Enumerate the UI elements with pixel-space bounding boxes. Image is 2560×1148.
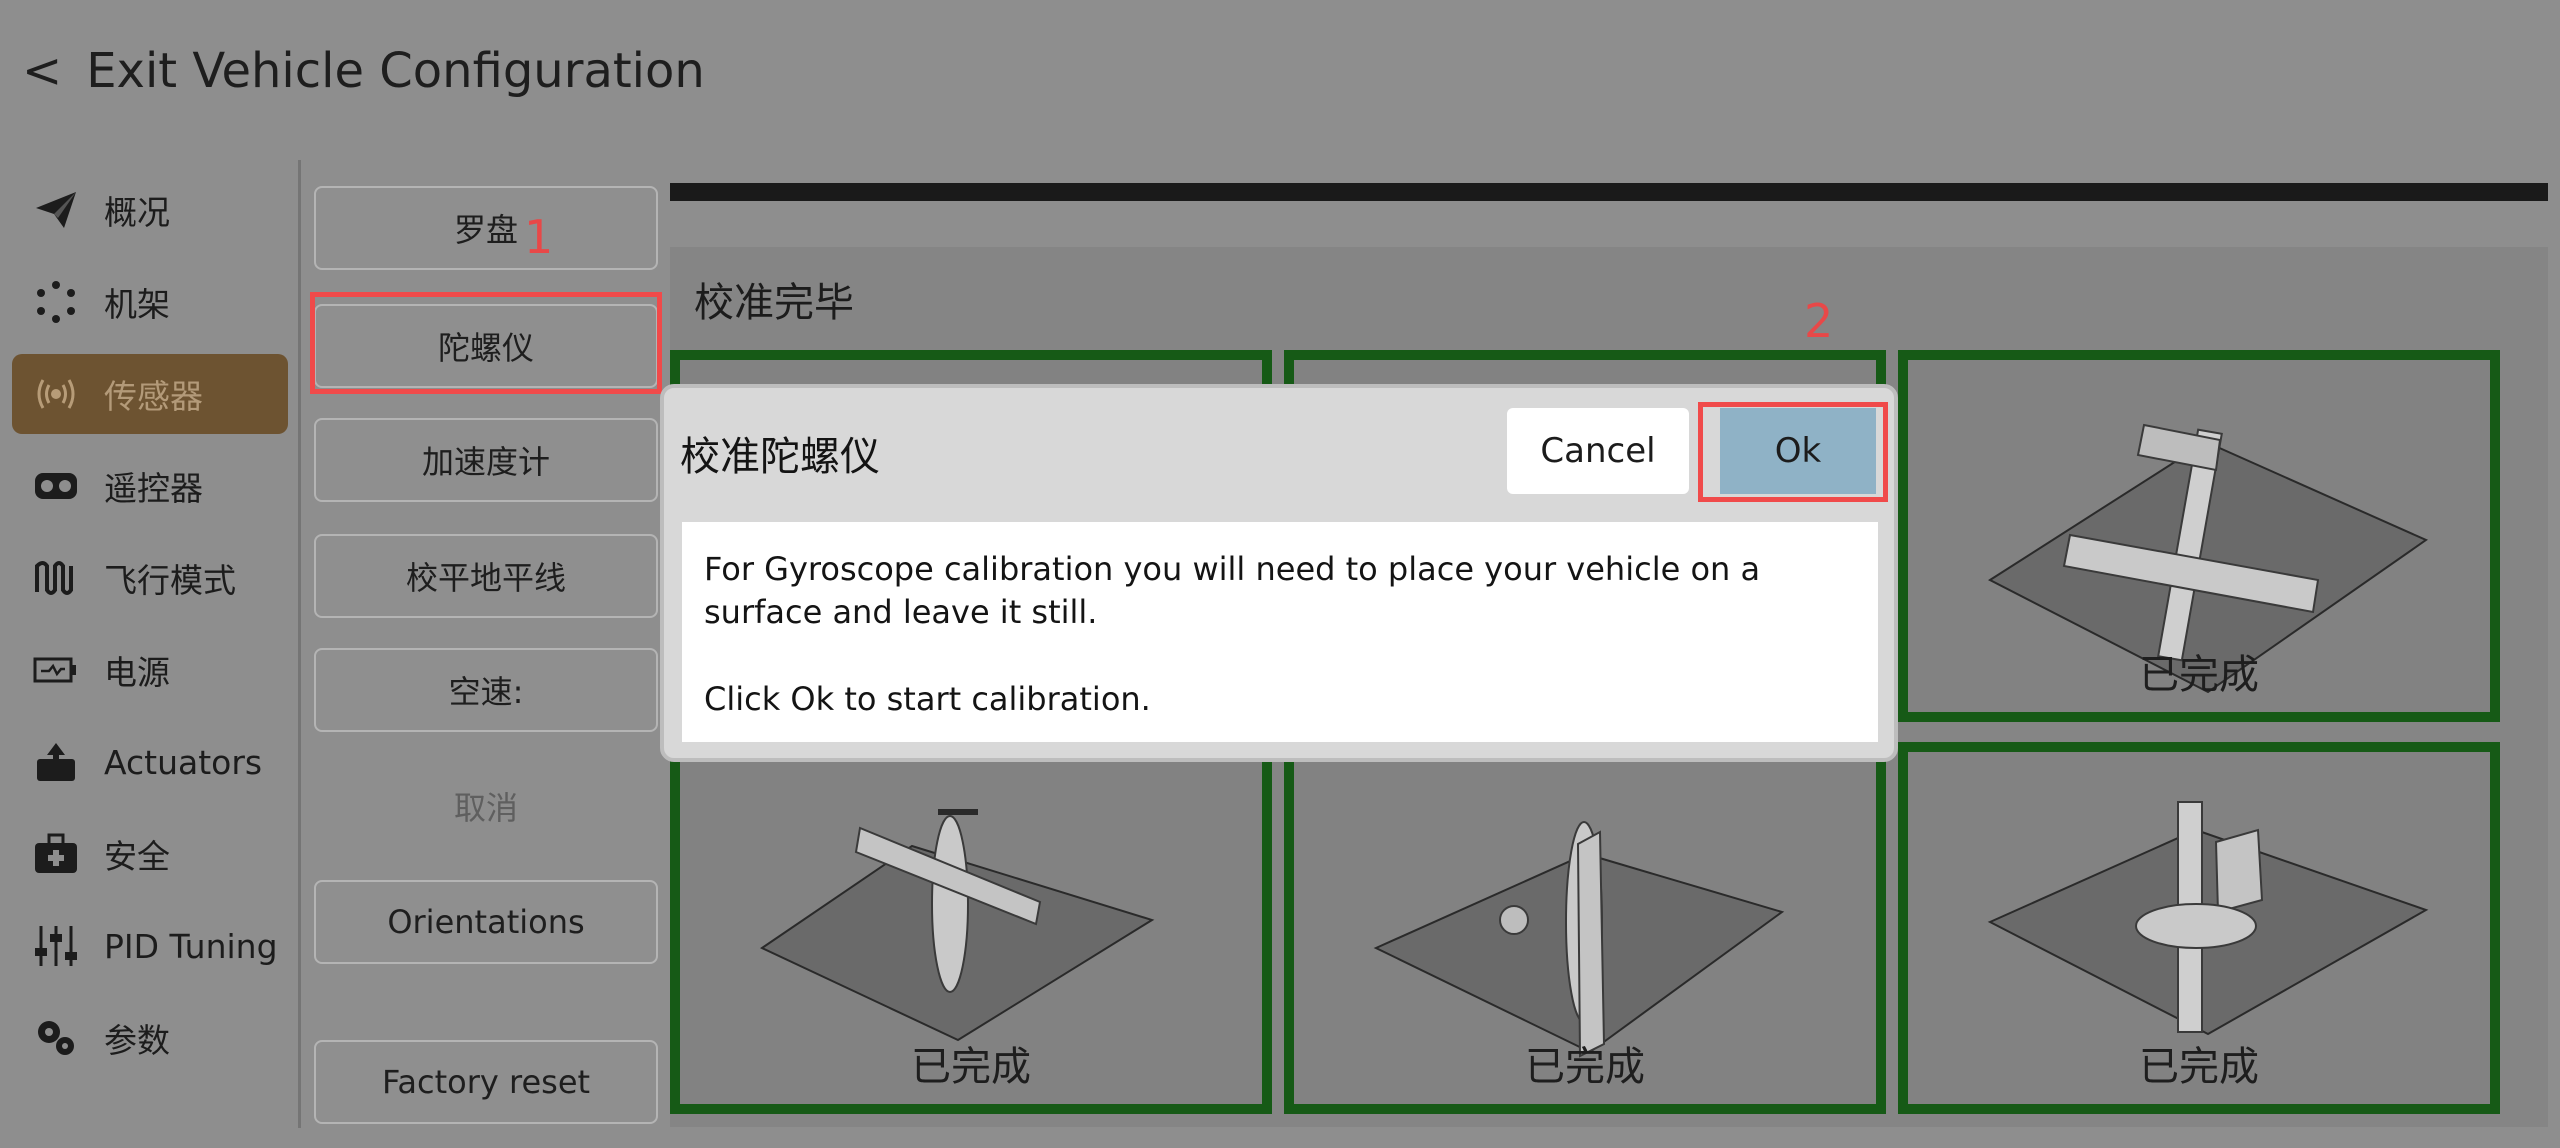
cancel-button-label: Cancel bbox=[1540, 431, 1656, 471]
annotation-number-1: 1 bbox=[524, 210, 554, 264]
orientation-tile: 已完成 bbox=[1898, 742, 2500, 1114]
sidebar-item-label: 参数 bbox=[104, 1021, 170, 1060]
sensor-accelerometer-label: 加速度计 bbox=[421, 443, 550, 481]
sidebar-item-radio[interactable]: 遥控器 bbox=[12, 446, 288, 526]
sensor-cancel-button: 取消 bbox=[314, 764, 658, 848]
sensor-orientations-label: Orientations bbox=[387, 903, 585, 941]
sensors-icon bbox=[32, 370, 80, 418]
sidebar-item-safety[interactable]: 安全 bbox=[12, 814, 288, 894]
sliders-icon bbox=[32, 922, 80, 970]
orientation-tile: 已完成 bbox=[1284, 742, 1886, 1114]
ok-button-label: Ok bbox=[1774, 431, 1822, 471]
dialog-prompt-text: Click Ok to start calibration. bbox=[704, 680, 1151, 718]
sidebar-item-airframe[interactable]: 机架 bbox=[12, 262, 288, 342]
sidebar-item-flight-modes[interactable]: 飞行模式 bbox=[12, 538, 288, 618]
sidebar-item-parameters[interactable]: 参数 bbox=[12, 998, 288, 1078]
exit-vehicle-configuration-link[interactable]: < Exit Vehicle Configuration bbox=[22, 36, 705, 106]
orientation-tile: 已完成 bbox=[1898, 350, 2500, 722]
sensor-airspeed-label: 空速: bbox=[448, 673, 524, 711]
tile-status-label: 已完成 bbox=[911, 1044, 1031, 1090]
sensor-level-horizon-label: 校平地平线 bbox=[405, 559, 566, 597]
orientation-tile: 已完成 bbox=[670, 742, 1272, 1114]
sidebar-item-label: 飞行模式 bbox=[104, 561, 236, 600]
sensor-gyroscope-button[interactable]: 陀螺仪 bbox=[314, 304, 658, 388]
calibration-status-title: 校准完毕 bbox=[694, 280, 854, 326]
sidebar-item-summary[interactable]: 概况 bbox=[12, 170, 288, 250]
sensor-airspeed-button[interactable]: 空速: bbox=[314, 648, 658, 732]
flight-mode-wave-icon bbox=[32, 554, 80, 602]
sidebar-item-label: Actuators bbox=[104, 742, 263, 782]
cancel-button[interactable]: Cancel bbox=[1507, 408, 1689, 494]
dialog-instruction-text: For Gyroscope calibration you will need … bbox=[704, 550, 1761, 631]
sidebar-item-label: 安全 bbox=[104, 837, 170, 876]
tile-status-label: 已完成 bbox=[2139, 652, 2259, 698]
sidebar-item-sensors[interactable]: 传感器 bbox=[12, 354, 288, 434]
airplane-right-side-down-image bbox=[759, 809, 1155, 1042]
paper-plane-icon bbox=[32, 186, 80, 234]
sidebar-item-label: 机架 bbox=[104, 285, 170, 324]
gears-icon bbox=[32, 1014, 80, 1062]
sidebar-divider bbox=[298, 160, 301, 1128]
sensor-cancel-label: 取消 bbox=[453, 789, 518, 827]
battery-icon bbox=[32, 646, 80, 694]
sidebar-item-label: 概况 bbox=[104, 193, 170, 232]
sidebar-item-label: 传感器 bbox=[104, 377, 203, 416]
sidebar-item-label: 电源 bbox=[104, 653, 170, 692]
airframe-dots-icon bbox=[32, 278, 80, 326]
sensor-compass-label: 罗盘 bbox=[453, 211, 518, 249]
tile-status-label: 已完成 bbox=[1525, 1044, 1645, 1090]
sensor-accelerometer-button[interactable]: 加速度计 bbox=[314, 418, 658, 502]
sidebar-item-pid-tuning[interactable]: PID Tuning bbox=[12, 906, 288, 986]
actuators-icon bbox=[32, 738, 80, 786]
sensor-factory-reset-label: Factory reset bbox=[381, 1063, 591, 1101]
airplane-left-side-down-image bbox=[1373, 821, 1785, 1058]
ok-button[interactable]: Ok bbox=[1720, 408, 1876, 494]
sensor-level-horizon-button[interactable]: 校平地平线 bbox=[314, 534, 658, 618]
sensor-orientations-button[interactable]: Orientations bbox=[314, 880, 658, 964]
back-chevron-icon: < bbox=[22, 43, 63, 99]
progress-bar bbox=[670, 183, 2548, 201]
first-aid-kit-icon bbox=[32, 830, 80, 878]
sidebar-item-label: 遥控器 bbox=[104, 469, 203, 508]
dialog-message: For Gyroscope calibration you will need … bbox=[682, 522, 1878, 742]
radio-remote-icon bbox=[32, 462, 80, 510]
page-title: Exit Vehicle Configuration bbox=[86, 43, 705, 99]
dialog-title: 校准陀螺仪 bbox=[680, 434, 880, 480]
sensor-compass-button[interactable]: 罗盘 bbox=[314, 186, 658, 270]
airplane-nose-up-image bbox=[1987, 801, 2429, 1036]
sensor-gyroscope-label: 陀螺仪 bbox=[437, 329, 534, 367]
annotation-number-2: 2 bbox=[1804, 294, 1834, 348]
sensor-factory-reset-button[interactable]: Factory reset bbox=[314, 1040, 658, 1124]
sidebar-item-power[interactable]: 电源 bbox=[12, 630, 288, 710]
tile-status-label: 已完成 bbox=[2139, 1044, 2259, 1090]
sidebar-item-actuators[interactable]: Actuators bbox=[12, 722, 288, 802]
sidebar-item-label: PID Tuning bbox=[104, 926, 278, 966]
